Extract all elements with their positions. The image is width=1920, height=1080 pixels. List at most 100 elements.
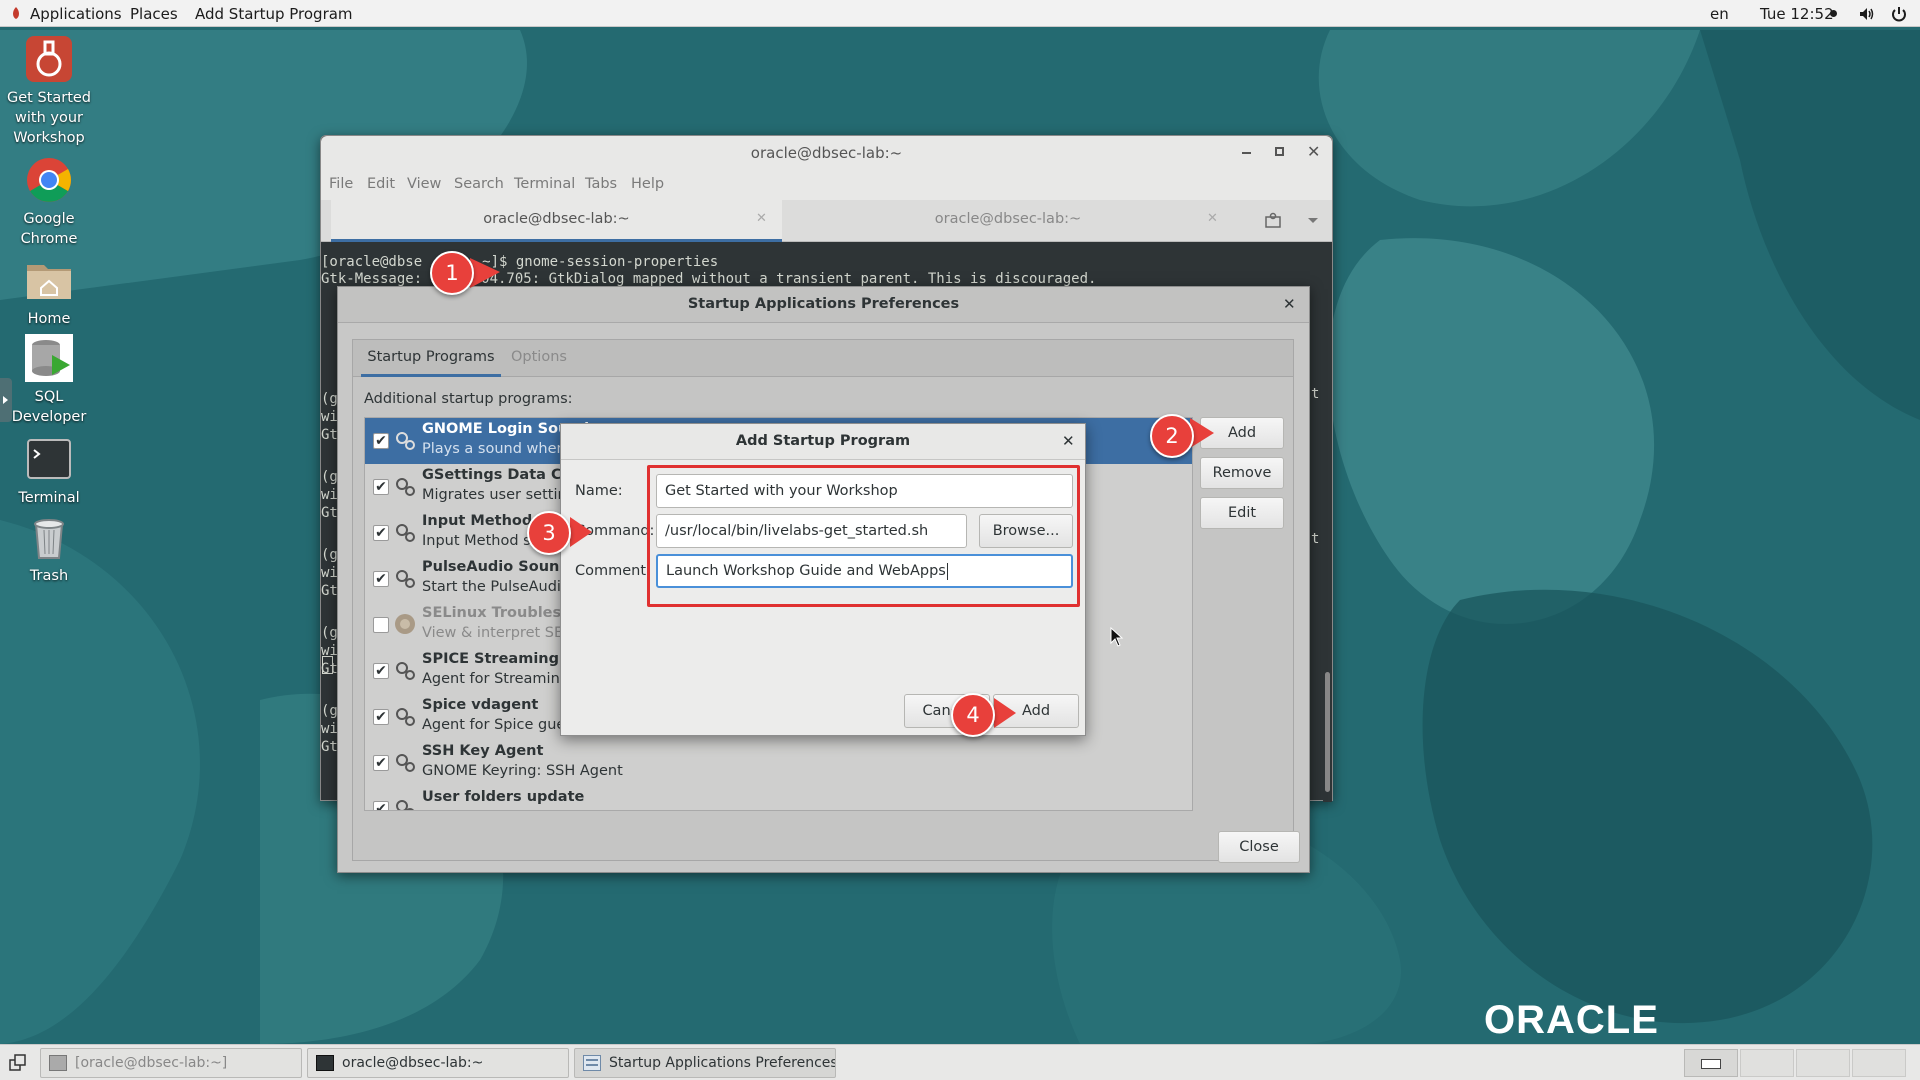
places-menu[interactable]: Places xyxy=(130,4,178,24)
workspace-4[interactable] xyxy=(1852,1049,1906,1077)
workspace-1[interactable] xyxy=(1684,1049,1738,1077)
program-name: Spice vdagent xyxy=(422,697,539,713)
checkbox[interactable]: ✔ xyxy=(373,571,389,587)
startup-prefs-title: Startup Applications Preferences xyxy=(687,296,960,312)
side-panel-handle[interactable] xyxy=(0,378,12,422)
section-label: Additional startup programs: xyxy=(364,391,573,407)
checkbox[interactable]: ✔ xyxy=(373,709,389,725)
menu-file[interactable]: File xyxy=(329,176,353,192)
checkbox[interactable] xyxy=(373,617,389,633)
desktop-icon-home[interactable]: Home xyxy=(1,255,97,329)
application-icon xyxy=(393,796,417,810)
tabs-dropdown-icon[interactable] xyxy=(1308,218,1318,223)
startup-prefs-titlebar[interactable]: Startup Applications Preferences ✕ xyxy=(338,287,1309,323)
add-dialog-title: Add Startup Program xyxy=(735,433,911,449)
taskbar-item-terminal[interactable]: oracle@dbsec-lab:~ xyxy=(307,1048,569,1078)
menu-view[interactable]: View xyxy=(407,176,441,192)
close-button[interactable]: Close xyxy=(1218,831,1300,863)
callout-step-1: 1 xyxy=(430,251,474,295)
close-icon[interactable]: ✕ xyxy=(1062,432,1075,450)
add-program-button[interactable]: Add xyxy=(1200,417,1284,449)
close-icon[interactable]: ✕ xyxy=(1283,295,1296,313)
checkbox[interactable]: ✔ xyxy=(373,525,389,541)
volume-icon[interactable] xyxy=(1858,5,1876,23)
menu-tabs[interactable]: Tabs xyxy=(585,176,617,192)
maximize-icon[interactable] xyxy=(1275,147,1284,156)
close-icon[interactable]: ✕ xyxy=(1307,142,1320,161)
scrollbar-thumb[interactable] xyxy=(1325,672,1330,792)
clock[interactable]: Tue 12:52 xyxy=(1760,4,1834,24)
menu-edit[interactable]: Edit xyxy=(367,176,395,192)
callout-step-4: 4 xyxy=(951,693,995,737)
desktop-icon-get-started[interactable]: Get Started with your Workshop xyxy=(1,34,97,148)
program-name: SSH Key Agent xyxy=(422,743,544,759)
minimize-icon[interactable] xyxy=(1242,152,1251,154)
language-indicator[interactable]: en xyxy=(1710,4,1729,24)
desktop-icon-label: Terminal xyxy=(18,490,80,506)
desktop-icon-chrome[interactable]: Google Chrome xyxy=(1,155,97,249)
menu-terminal[interactable]: Terminal xyxy=(514,176,575,192)
terminal-scrollbar[interactable] xyxy=(1323,242,1332,802)
comment-label: Comment: xyxy=(575,563,651,579)
terminal-menubar: File Edit View Search Terminal Tabs Help xyxy=(321,170,1332,200)
tab-terminal-1[interactable]: oracle@dbsec-lab:~ ✕ xyxy=(331,200,782,242)
active-app-menu[interactable]: Add Startup Program xyxy=(195,4,353,24)
command-label: Command: xyxy=(575,523,655,539)
terminal-right-char: t xyxy=(1311,531,1320,547)
power-icon[interactable] xyxy=(1890,5,1908,23)
application-icon xyxy=(393,704,417,728)
desktop-icon-trash[interactable]: Trash xyxy=(1,512,97,586)
checkbox[interactable]: ✔ xyxy=(373,755,389,771)
workspace-2[interactable] xyxy=(1740,1049,1794,1077)
add-button[interactable]: Add xyxy=(993,694,1079,728)
application-icon xyxy=(393,612,417,636)
command-text: ~]$ gnome-session-properties xyxy=(482,254,719,270)
taskbar-item-startup-prefs[interactable]: Startup Applications Preferences xyxy=(574,1048,836,1078)
settings-icon xyxy=(583,1055,601,1071)
remove-program-button[interactable]: Remove xyxy=(1200,457,1284,489)
tab-options[interactable]: Options xyxy=(511,349,567,365)
terminal-icon xyxy=(316,1055,334,1071)
taskbar-item-label: Startup Applications Preferences xyxy=(609,1055,836,1071)
taskbar-item-terminal-minimized[interactable]: [oracle@dbsec-lab:~] xyxy=(40,1048,302,1078)
tab-close-icon[interactable]: ✕ xyxy=(1207,211,1218,226)
callout-step-2: 2 xyxy=(1150,414,1194,458)
applications-menu[interactable]: Applications xyxy=(30,4,122,24)
program-name: User folders update xyxy=(422,789,585,805)
terminal-titlebar[interactable]: oracle@dbsec-lab:~ ✕ xyxy=(321,136,1332,170)
checkbox[interactable]: ✔ xyxy=(373,433,389,449)
taskbar-item-label: [oracle@dbsec-lab:~] xyxy=(75,1055,228,1071)
edit-program-button[interactable]: Edit xyxy=(1200,497,1284,529)
callout-step-3: 3 xyxy=(527,511,571,555)
tab-close-icon[interactable]: ✕ xyxy=(756,211,767,226)
terminal-title: oracle@dbsec-lab:~ xyxy=(750,144,903,162)
terminal-tabbar: oracle@dbsec-lab:~ ✕ oracle@dbsec-lab:~ … xyxy=(321,200,1332,242)
chevron-right-icon xyxy=(3,396,8,404)
startup-prefs-tabs: Startup Programs Options xyxy=(352,339,1294,377)
new-tab-icon[interactable] xyxy=(1265,212,1281,228)
highlight-box xyxy=(647,465,1080,607)
name-label: Name: xyxy=(575,483,623,499)
tab-terminal-2[interactable]: oracle@dbsec-lab:~ ✕ xyxy=(783,200,1233,242)
show-desktop-icon[interactable] xyxy=(9,1054,27,1072)
menu-help[interactable]: Help xyxy=(631,176,664,192)
tab-startup-programs[interactable]: Startup Programs xyxy=(361,340,501,377)
taskbar-item-label: oracle@dbsec-lab:~ xyxy=(342,1055,484,1071)
desktop-icon-terminal[interactable]: Terminal xyxy=(1,434,97,508)
checkbox[interactable]: ✔ xyxy=(373,663,389,679)
application-icon xyxy=(393,750,417,774)
checkbox[interactable]: ✔ xyxy=(373,479,389,495)
terminal-icon xyxy=(49,1055,67,1071)
program-desc: GNOME Keyring: SSH Agent xyxy=(422,763,623,779)
flask-icon xyxy=(24,34,74,84)
desktop-icon-label: Trash xyxy=(29,568,69,584)
list-item[interactable]: ✔ SSH Key Agent GNOME Keyring: SSH Agent xyxy=(365,740,1192,786)
checkbox[interactable]: ✔ xyxy=(373,801,389,810)
workspace-3[interactable] xyxy=(1796,1049,1850,1077)
menu-search[interactable]: Search xyxy=(454,176,504,192)
tab-label: oracle@dbsec-lab:~ xyxy=(483,211,630,227)
desktop-icon-label: Home xyxy=(27,311,71,327)
add-dialog-titlebar[interactable]: Add Startup Program ✕ xyxy=(561,424,1085,460)
list-item[interactable]: ✔ User folders update xyxy=(365,786,1192,810)
desktop-icon-sql-developer[interactable]: SQL Developer xyxy=(1,333,97,427)
